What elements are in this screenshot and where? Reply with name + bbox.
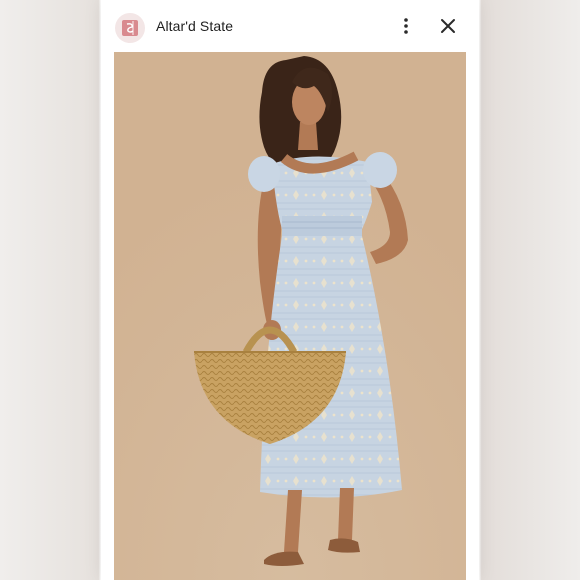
- altard-state-logo-icon[interactable]: [115, 13, 145, 43]
- product-photo: [114, 52, 466, 580]
- viewer-sheet: Altar'd State: [101, 0, 479, 580]
- model-illustration: [114, 52, 466, 580]
- more-vertical-icon[interactable]: [394, 14, 418, 38]
- brand-name[interactable]: Altar'd State: [156, 18, 233, 34]
- viewer-header: Altar'd State: [101, 0, 479, 52]
- close-icon[interactable]: [436, 14, 460, 38]
